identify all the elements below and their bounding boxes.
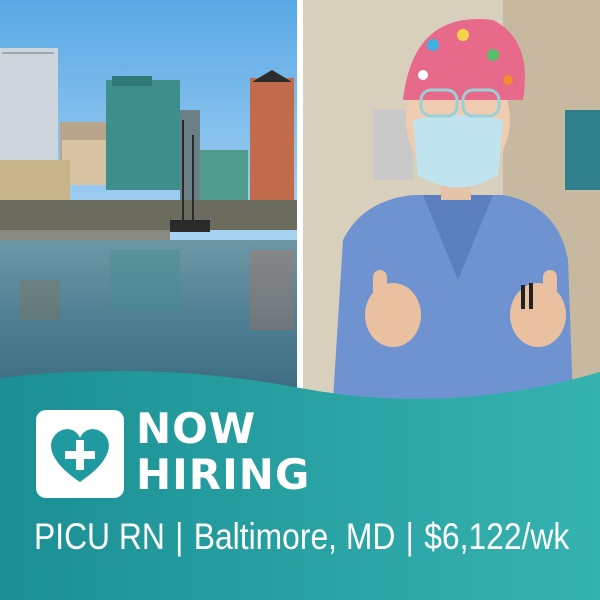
- job-details: PICU RN | Baltimore, MD | $6,122/wk: [34, 512, 569, 562]
- separator: |: [405, 516, 414, 557]
- headline-line1: NOW: [136, 404, 257, 453]
- separator: |: [175, 516, 184, 557]
- job-location: Baltimore, MD: [193, 516, 396, 557]
- nurse-photo: [303, 0, 600, 400]
- job-role: PICU RN: [34, 516, 165, 557]
- headline: NOW HIRING: [136, 406, 310, 498]
- heart-plus-icon: [36, 410, 124, 498]
- job-pay: $6,122/wk: [424, 516, 570, 557]
- headline-line2: HIRING: [136, 450, 311, 499]
- harbor-skyline-photo: [0, 0, 297, 400]
